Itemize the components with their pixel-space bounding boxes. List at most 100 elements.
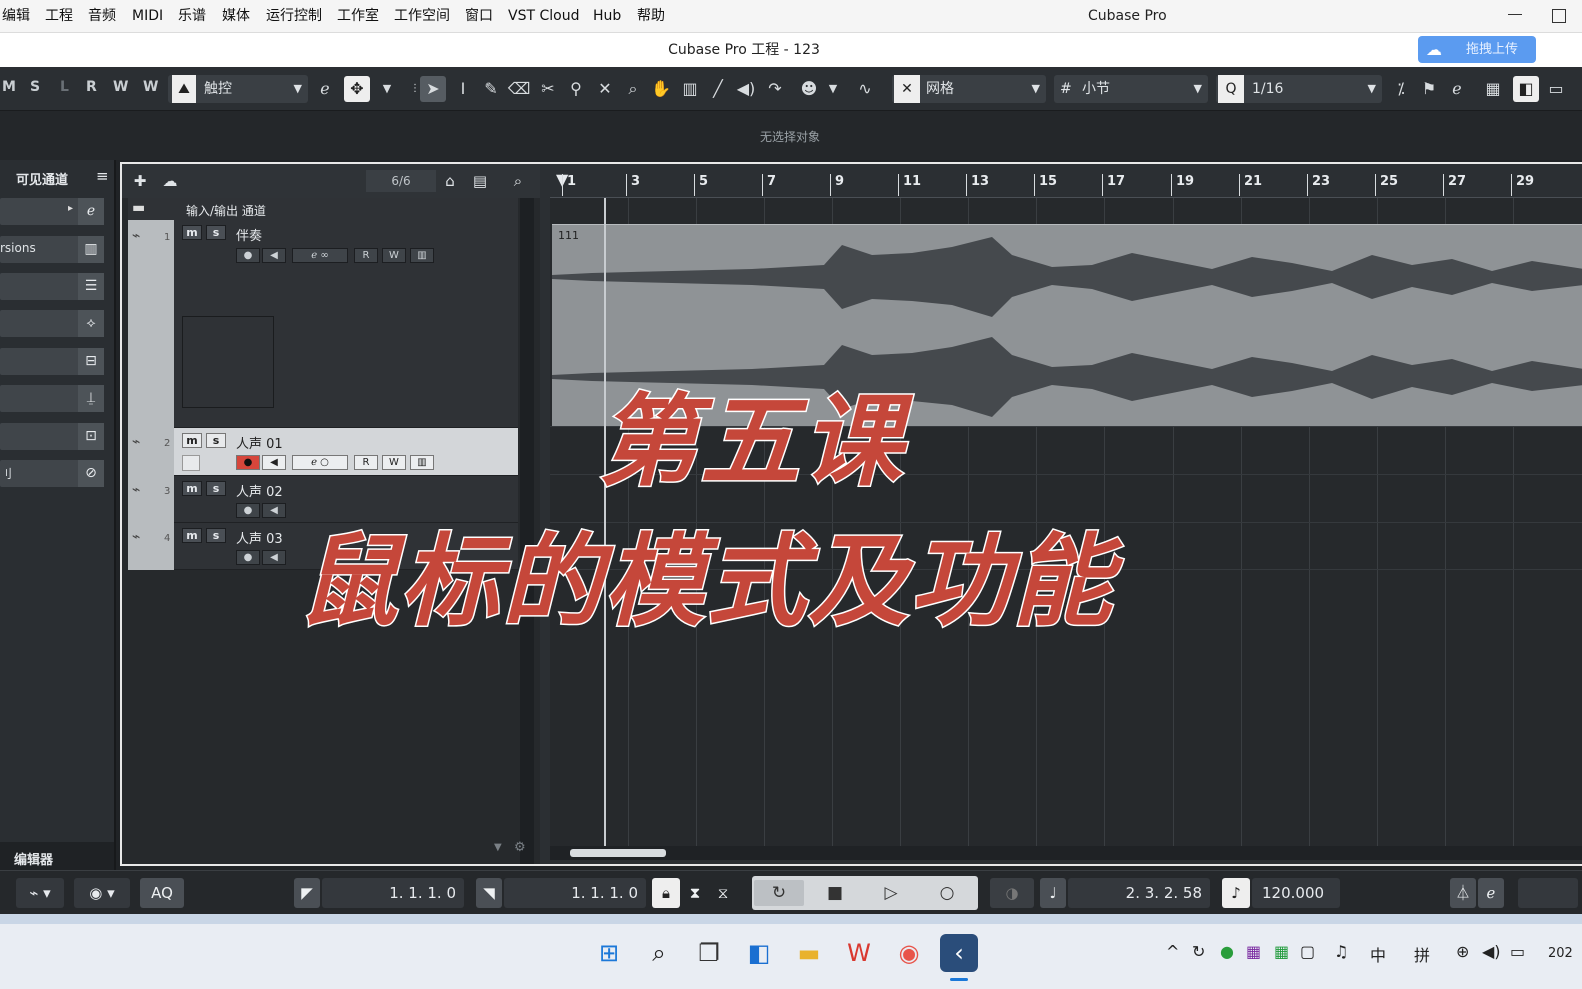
chevron-down-icon[interactable]: ▼ bbox=[374, 76, 400, 102]
note-icon[interactable]: ♩ bbox=[1040, 878, 1066, 908]
eraser-tool-icon[interactable]: ⌫ bbox=[506, 76, 532, 102]
aq-button[interactable]: AQ bbox=[140, 878, 184, 908]
menu-transport[interactable]: 运行控制 bbox=[266, 0, 322, 33]
monitor-button[interactable]: ◀ bbox=[262, 248, 286, 263]
quantize-select[interactable]: Q 1/16 ▼ bbox=[1216, 75, 1382, 103]
line-tool-icon[interactable]: ╱ bbox=[705, 76, 731, 102]
menu-media[interactable]: 媒体 bbox=[222, 0, 250, 33]
cubase-icon[interactable]: ‹ bbox=[940, 934, 978, 972]
play-icon[interactable]: ▷ bbox=[866, 880, 916, 906]
flag-icon[interactable]: ⚑ bbox=[1416, 76, 1442, 102]
edit-icon[interactable]: ℯ bbox=[1478, 878, 1504, 908]
range-tool-icon[interactable]: I bbox=[450, 76, 476, 102]
file-explorer-icon[interactable]: ▬ bbox=[790, 934, 828, 972]
mute-button[interactable]: m bbox=[182, 433, 202, 448]
gear-icon[interactable]: ⚙ bbox=[514, 840, 526, 855]
menu-vst-cloud[interactable]: VST Cloud bbox=[508, 0, 579, 33]
read-all-button[interactable]: R bbox=[86, 79, 97, 95]
mute-button[interactable]: m bbox=[182, 481, 202, 496]
folder-track[interactable]: ▬ 输入/输出 通道 bbox=[128, 198, 518, 220]
record-button[interactable]: ● bbox=[236, 248, 260, 263]
inspector-row-track[interactable]: ▸ ℯ bbox=[0, 198, 104, 225]
lower-zone-toggle-icon[interactable]: ▭ bbox=[1543, 76, 1569, 102]
pencil-tool-icon[interactable]: ✎ bbox=[478, 76, 504, 102]
search-icon[interactable]: ⌕ bbox=[506, 170, 530, 192]
metronome-select[interactable]: ◉ ▾ bbox=[74, 878, 130, 908]
hand-tool-icon[interactable]: ✋ bbox=[648, 76, 674, 102]
menu-icon[interactable]: ≡ bbox=[96, 167, 109, 185]
chevron-down-icon[interactable]: ▼ bbox=[494, 842, 502, 853]
automation-mode-select[interactable]: ⛰ 触控 ▼ bbox=[168, 75, 308, 103]
track-visibility-icon[interactable]: ⌂ bbox=[438, 170, 462, 192]
app-icon[interactable]: ◉ bbox=[890, 934, 928, 972]
punch-in-icon[interactable]: ⧗ bbox=[682, 878, 708, 908]
object-select-tool-icon[interactable]: ➤ bbox=[420, 76, 446, 102]
solo-button[interactable]: s bbox=[206, 225, 226, 240]
comp-tool-icon[interactable]: ▥ bbox=[677, 76, 703, 102]
snap-to-zero-icon[interactable]: ∿ bbox=[852, 76, 878, 102]
lanes-button[interactable]: ▥ bbox=[410, 248, 434, 263]
left-locator-display[interactable]: 1. 1. 1. 0 bbox=[322, 878, 464, 908]
punch-out-icon[interactable]: ⧖ bbox=[710, 878, 736, 908]
write-button[interactable]: W bbox=[382, 455, 406, 470]
battery-icon[interactable]: ▭ bbox=[1510, 942, 1525, 961]
menu-score[interactable]: 乐谱 bbox=[178, 0, 206, 33]
menu-edit[interactable]: 编辑 bbox=[2, 0, 30, 33]
go-to-left-locator-icon[interactable]: ◤ bbox=[294, 878, 320, 908]
strip-icon[interactable]: ⊡ bbox=[78, 423, 104, 450]
scrollbar-thumb[interactable] bbox=[570, 849, 666, 857]
maximize-icon[interactable] bbox=[1552, 9, 1566, 23]
horizontal-scrollbar[interactable] bbox=[550, 846, 1582, 860]
chevron-down-icon[interactable]: ▼ bbox=[820, 76, 846, 102]
menu-hub[interactable]: Hub bbox=[593, 0, 621, 33]
right-locator-display[interactable]: 1. 1. 1. 0 bbox=[504, 878, 646, 908]
play-tool-icon[interactable]: ◀) bbox=[733, 76, 759, 102]
clock[interactable]: 202 bbox=[1548, 946, 1573, 961]
upload-button[interactable]: ☁ 拖拽上传 bbox=[1418, 36, 1536, 63]
mute-tool-icon[interactable]: ✕ bbox=[592, 76, 618, 102]
lock-icon[interactable]: 🔒︎ bbox=[652, 878, 680, 908]
menu-window[interactable]: 窗口 bbox=[465, 0, 493, 33]
go-to-right-locator-icon[interactable]: ◥ bbox=[476, 878, 502, 908]
position-display[interactable]: 2. 3. 2. 58 bbox=[1068, 878, 1210, 908]
inspector-row-3[interactable]: ☰ bbox=[0, 273, 104, 300]
menu-workspaces[interactable]: 工作空间 bbox=[394, 0, 450, 33]
listen-button[interactable]: L bbox=[60, 79, 69, 95]
tempo-display[interactable]: 120.000 bbox=[1252, 878, 1340, 908]
color-tool-icon[interactable]: ↷ bbox=[762, 76, 788, 102]
menu-audio[interactable]: 音频 bbox=[88, 0, 116, 33]
add-track-icon[interactable]: ✚ bbox=[128, 170, 152, 192]
inspector-row-4[interactable]: ⟡ bbox=[0, 310, 104, 337]
split-tool-icon[interactable]: ✂ bbox=[535, 76, 561, 102]
edit-icon[interactable]: ℯ bbox=[1444, 76, 1470, 102]
inspector-row-5[interactable]: ⊟ bbox=[0, 348, 104, 375]
ime-mode-indicator[interactable]: 拼 bbox=[1414, 942, 1430, 966]
snap-mode-icon[interactable]: ☻ bbox=[796, 76, 822, 102]
edit-channel-button[interactable]: ℯ ○ bbox=[292, 455, 348, 470]
solo-button[interactable]: s bbox=[206, 433, 226, 448]
track-row-selected[interactable]: m s 人声 01 ● ◀ ℯ ○ R W ▥ bbox=[174, 428, 518, 476]
eq-icon[interactable]: ⟡ bbox=[78, 310, 104, 337]
inspector-row-8[interactable]: 刂 ⊘ bbox=[0, 460, 104, 487]
minimize-icon[interactable] bbox=[1508, 14, 1522, 15]
widgets-icon[interactable]: ◧ bbox=[740, 934, 778, 972]
solo-button[interactable]: s bbox=[206, 481, 226, 496]
cycle-icon[interactable]: ↻ bbox=[754, 880, 804, 906]
ruler[interactable]: ▼ 1 3 5 7 9 11 13 15 17 19 21 23 25 27 2… bbox=[550, 164, 1582, 198]
task-view-icon[interactable]: ❐ bbox=[690, 934, 728, 972]
track-list-icon[interactable]: ▤ bbox=[468, 170, 492, 192]
add-track-from-preset-icon[interactable]: ☁ bbox=[158, 170, 182, 192]
metronome-icon[interactable]: ⏃ bbox=[1450, 878, 1476, 908]
monitor-button[interactable]: ◀ bbox=[262, 455, 286, 470]
sync-icon[interactable]: ↻ bbox=[1192, 942, 1205, 961]
tray-app-icon[interactable]: ▢ bbox=[1300, 942, 1315, 961]
edit-icon[interactable]: ℯ bbox=[78, 198, 104, 225]
timer-icon[interactable]: ⊘ bbox=[78, 460, 104, 487]
lanes-icon[interactable]: ☰ bbox=[78, 273, 104, 300]
wechat-icon[interactable]: ● bbox=[1220, 942, 1234, 961]
audio-performance-select[interactable]: ⌁ ▾ bbox=[16, 878, 64, 908]
solo-all-button[interactable]: S bbox=[30, 79, 40, 95]
menu-help[interactable]: 帮助 bbox=[637, 0, 665, 33]
inspector-row-versions[interactable]: rsions ▥ bbox=[0, 236, 104, 263]
solo-button[interactable]: s bbox=[206, 528, 226, 543]
